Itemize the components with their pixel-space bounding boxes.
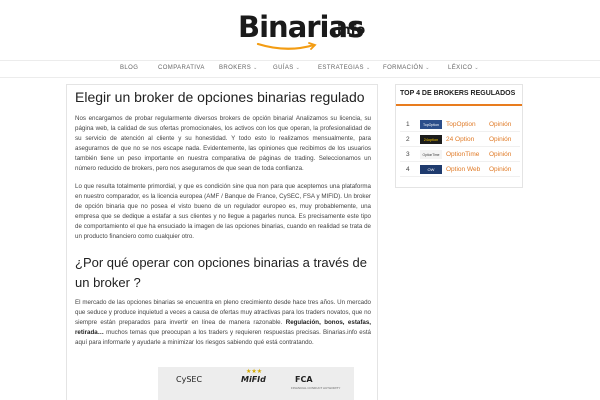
- mifid-logo: MiFId: [241, 375, 266, 384]
- broker-name-link[interactable]: OptionTime: [446, 151, 479, 158]
- optiontime-logo[interactable]: OptionTime: [420, 150, 442, 159]
- optionweb-logo[interactable]: OW: [420, 165, 442, 174]
- site-logo[interactable]: Binarias .info: [238, 10, 368, 54]
- regulators-banner: CySEC ★★★ MiFId FCA FINANCIAL CONDUCT AU…: [158, 367, 354, 400]
- chevron-down-icon: ⌄: [253, 65, 258, 71]
- broker-row: 3 OptionTime OptionTime Opinión: [400, 148, 520, 162]
- broker-row: 2 24option 24 Option Opinión: [400, 133, 520, 147]
- svg-text:OptionTime: OptionTime: [423, 153, 440, 157]
- chevron-down-icon: ⌄: [425, 65, 430, 71]
- 24option-logo[interactable]: 24option: [420, 135, 442, 144]
- broker-opinion-link[interactable]: Opinión: [489, 166, 511, 173]
- broker-rank: 3: [406, 151, 410, 158]
- broker-opinion-link[interactable]: Opinión: [489, 121, 511, 128]
- main-nav: BLOG COMPARATIVA BROKERS ⌄ GUÍAS ⌄ ESTRATE…: [0, 60, 600, 78]
- broker-opinion-link[interactable]: Opinión: [489, 151, 511, 158]
- broker-rank: 2: [406, 136, 410, 143]
- nav-formacion[interactable]: FORMACIÓN ⌄: [383, 65, 430, 71]
- chevron-down-icon: ⌄: [295, 65, 301, 71]
- nav-brokers[interactable]: BROKERS ⌄: [219, 65, 258, 71]
- smile-arrow-icon: [256, 42, 317, 50]
- eu-stars-icon: ★★★: [246, 369, 263, 375]
- svg-text:OW: OW: [428, 167, 435, 172]
- widget-title: TOP 4 DE BROKERS REGULADOS: [400, 90, 516, 97]
- broker-name-link[interactable]: 24 Option: [446, 136, 474, 143]
- site-header: Binarias .info: [0, 0, 600, 56]
- nav-lexico[interactable]: LÉXICO ⌄: [448, 65, 479, 71]
- nav-comparativa[interactable]: COMPARATIVA: [158, 65, 205, 71]
- topoption-logo[interactable]: TopOption: [420, 120, 442, 129]
- nav-estrategias[interactable]: ESTRATEGIAS ⌄: [318, 65, 371, 71]
- broker-row: 1 TopOption TopOption Opinión: [400, 118, 520, 132]
- fca-logo: FCA: [295, 375, 313, 384]
- broker-rank: 1: [406, 121, 410, 128]
- cysec-logo: CySEC: [176, 375, 203, 384]
- svg-text:24option: 24option: [424, 138, 439, 142]
- chevron-down-icon: ⌄: [474, 65, 480, 71]
- broker-name-link[interactable]: Option Web: [446, 166, 480, 173]
- top-brokers-widget: TOP 4 DE BROKERS REGULADOS 1 TopOption T…: [395, 84, 523, 188]
- chevron-down-icon: ⌄: [365, 65, 371, 71]
- nav-guias[interactable]: GUÍAS ⌄: [273, 65, 300, 71]
- broker-opinion-link[interactable]: Opinión: [489, 136, 511, 143]
- accent-divider: [396, 104, 522, 106]
- section-heading: ¿Por qué operar con opciones binarias a …: [75, 255, 367, 290]
- logo-suffix: .info: [332, 23, 366, 38]
- broker-name-link[interactable]: TopOption: [446, 121, 476, 128]
- broker-row: 4 OW Option Web Opinión: [400, 163, 520, 177]
- svg-text:TopOption: TopOption: [423, 123, 439, 127]
- broker-rank: 4: [406, 166, 410, 173]
- license-paragraph: Lo que resulta totalmente primordial, y …: [75, 183, 371, 240]
- main-content: Elegir un broker de opciones binarias re…: [66, 84, 378, 400]
- market-paragraph: El mercado de las opciones binarias se e…: [75, 299, 371, 346]
- nav-blog[interactable]: BLOG: [120, 65, 138, 71]
- fca-subtitle: FINANCIAL CONDUCT AUTHORITY: [291, 386, 341, 390]
- page-title: Elegir un broker de opciones binarias re…: [75, 89, 365, 105]
- intro-paragraph: Nos encargamos de probar regularmente di…: [75, 115, 371, 172]
